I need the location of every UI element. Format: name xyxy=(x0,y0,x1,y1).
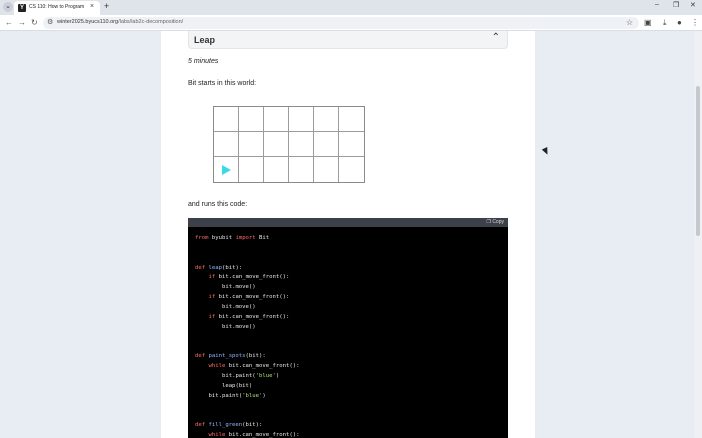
browser-toolbar: ← → ↻ ⚙ winter2025.byucs110.org/labs/lab… xyxy=(0,15,702,31)
world-cell xyxy=(339,107,364,132)
tab-active[interactable]: Y CS 110: How to Program × xyxy=(14,1,100,15)
window-close-icon[interactable]: ✕ xyxy=(690,1,696,9)
profile-icon[interactable]: ● xyxy=(677,18,682,27)
scrollbar[interactable] xyxy=(694,31,702,438)
world-cell xyxy=(289,107,314,132)
code-line: bit.paint('blue') xyxy=(208,392,266,399)
world-cell xyxy=(264,107,289,132)
tab-dropdown-icon[interactable]: ⌄ xyxy=(3,2,13,12)
favicon-icon: Y xyxy=(18,4,26,12)
code-line: if bit.can_move_front(): xyxy=(208,274,290,281)
world-cell xyxy=(314,157,339,182)
world-cell xyxy=(289,157,314,182)
copy-label: Copy xyxy=(492,219,504,225)
close-icon[interactable]: × xyxy=(90,3,94,10)
site-info-icon[interactable]: ⚙ xyxy=(47,18,53,26)
duration-text: 5 minutes xyxy=(188,58,219,65)
code-line: def paint_spots(bit): xyxy=(195,353,266,360)
minimize-icon[interactable]: – xyxy=(655,1,659,8)
back-icon[interactable]: ← xyxy=(5,18,13,27)
code-line: bit.move() xyxy=(221,284,256,291)
bit-arrow-icon xyxy=(222,165,231,175)
restore-icon[interactable]: ❐ xyxy=(673,1,679,9)
world-cell xyxy=(314,132,339,157)
url-text[interactable]: winter2025.byucs110.org/labs/lab2c-decom… xyxy=(57,19,183,25)
world-cell xyxy=(264,157,289,182)
code-line: if bit.can_move_front(): xyxy=(208,294,290,301)
code-header: ❐ Copy xyxy=(188,218,508,227)
code-line: leap(bit) xyxy=(221,382,253,389)
main-content: Leap ⌃ 5 minutes Bit starts in this worl… xyxy=(161,31,535,438)
world-cell xyxy=(239,132,264,157)
forward-icon[interactable]: → xyxy=(18,18,26,27)
copy-button[interactable]: ❐ Copy xyxy=(486,219,504,225)
world-cell xyxy=(239,107,264,132)
code-line: while bit.can_move_front(): xyxy=(208,362,300,369)
world-cell xyxy=(314,107,339,132)
reload-icon[interactable]: ↻ xyxy=(31,18,38,27)
tab-bar: ⌄ Y CS 110: How to Program × + – ❐ ✕ xyxy=(0,0,702,15)
code-line: def leap(bit): xyxy=(195,264,243,271)
code-line: def fill_green(bit): xyxy=(195,422,263,429)
world-cell xyxy=(289,132,314,157)
page-viewport: Leap ⌃ 5 minutes Bit starts in this worl… xyxy=(0,31,702,438)
scroll-thumb[interactable] xyxy=(696,86,700,236)
world-cell xyxy=(214,107,239,132)
code-line: if bit.can_move_front(): xyxy=(208,313,290,320)
runs-text: and runs this code: xyxy=(188,201,248,208)
star-icon[interactable]: ☆ xyxy=(626,18,633,27)
code-line: from byubit import Bit xyxy=(195,235,270,241)
code-line: bit.move() xyxy=(221,303,256,310)
world-cell xyxy=(339,132,364,157)
new-tab-icon[interactable]: + xyxy=(104,1,109,11)
world-cell xyxy=(214,132,239,157)
chevron-up-icon[interactable]: ⌃ xyxy=(492,32,500,43)
world-cell xyxy=(239,157,264,182)
world-cell xyxy=(214,157,239,182)
extensions-icon[interactable]: ▣ xyxy=(644,18,652,27)
world-cell xyxy=(264,132,289,157)
code-line: bit.paint('blue') xyxy=(221,372,280,379)
code-line: while bit.can_move_front(): xyxy=(208,431,300,438)
accordion-header-leap[interactable]: Leap ⌃ xyxy=(188,31,508,49)
tab-title: CS 110: How to Program xyxy=(29,4,85,10)
code-block: ❐ Copy from byubit import Bit def leap(bi… xyxy=(188,218,508,438)
bit-world-grid xyxy=(213,106,365,183)
code-line: bit.move() xyxy=(221,323,256,330)
menu-icon[interactable]: ⋮ xyxy=(691,18,699,27)
code-content: from byubit import Bit def leap(bit): if … xyxy=(195,234,299,438)
download-icon[interactable]: ⤓ xyxy=(663,18,667,28)
intro-text: Bit starts in this world: xyxy=(188,80,257,87)
world-cell xyxy=(339,157,364,182)
section-title: Leap xyxy=(194,35,216,45)
address-bar[interactable]: ⚙ winter2025.byucs110.org/labs/lab2c-dec… xyxy=(43,17,639,29)
